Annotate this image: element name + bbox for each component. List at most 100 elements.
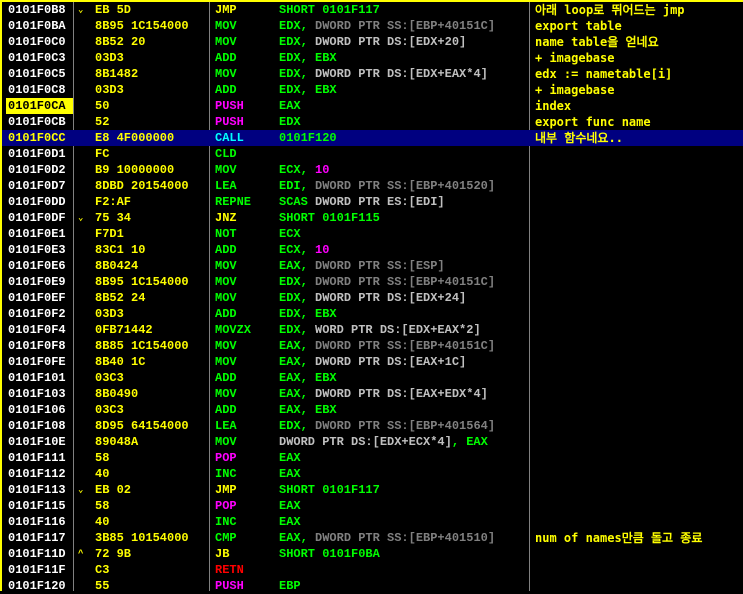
operand-part: EAX	[279, 467, 301, 481]
instruction-row[interactable]: 0101F0C5 8B1482 MOV EDX, DWORD PTR DS:[EDX+…	[2, 66, 743, 82]
operands: EAX, EBX	[279, 370, 337, 386]
operands: EDX, EBX	[279, 50, 337, 66]
operand-part: DWORD PTR SS:[EBP+401520]	[315, 179, 496, 193]
operands: EAX	[279, 466, 301, 482]
operands: EAX	[279, 498, 301, 514]
hex-bytes: 8D95 64154000	[95, 419, 189, 433]
address: 0101F117	[8, 531, 66, 545]
operands: 0101F120	[279, 130, 337, 146]
hex-bytes: 50	[95, 99, 110, 113]
address: 0101F0C3	[8, 51, 66, 65]
instruction-row[interactable]: 0101F115 58 POP EAX	[2, 498, 743, 514]
mnemonic: CLD	[215, 147, 237, 161]
mnemonic: MOV	[215, 291, 237, 305]
hex-bytes: 8B1482	[95, 67, 139, 81]
instruction-row[interactable]: 0101F0DF ⌄ 75 34 JNZ SHORT 0101F115	[2, 210, 743, 226]
instruction-row[interactable]: 0101F0D1 FC CLD	[2, 146, 743, 162]
hex-bytes: 03D3	[95, 51, 124, 65]
mnemonic: LEA	[215, 179, 237, 193]
comment: + imagebase	[535, 51, 615, 65]
mnemonic: ADD	[215, 307, 237, 321]
operand-part: 0101F120	[279, 131, 337, 145]
instruction-row[interactable]: 0101F0CB 52 PUSH EDX export func name	[2, 114, 743, 130]
instruction-row[interactable]: 0101F0D7 8DBD 20154000 LEA EDI, DWORD PTR S…	[2, 178, 743, 194]
instruction-row[interactable]: 0101F0BA 8B95 1C154000 MOV EDX, DWORD PTR S…	[2, 18, 743, 34]
hex-bytes: EB 5D	[95, 3, 132, 17]
operand-part: DWORD PTR DS:[EDX+20]	[315, 35, 467, 49]
hex-bytes: 8B85 1C154000	[95, 339, 189, 353]
mnemonic: NOT	[215, 227, 237, 241]
instruction-row[interactable]: 0101F10E 89048A MOV DWORD PTR DS:[EDX+ECX*4…	[2, 434, 743, 450]
instruction-row[interactable]: 0101F0E1 F7D1 NOT ECX	[2, 226, 743, 242]
instruction-row[interactable]: 0101F0E3 83C1 10 ADD ECX, 10	[2, 242, 743, 258]
hex-bytes: 52	[95, 115, 110, 129]
operand-part: WORD PTR DS:[EDX+EAX*2]	[315, 323, 481, 337]
operands: EBP	[279, 578, 301, 594]
mnemonic: CMP	[215, 531, 237, 545]
hex-bytes: F7D1	[95, 227, 124, 241]
instruction-row[interactable]: 0101F0EF 8B52 24 MOV EDX, DWORD PTR DS:[EDX…	[2, 290, 743, 306]
address: 0101F101	[8, 371, 66, 385]
instruction-row[interactable]: 0101F101 03C3 ADD EAX, EBX	[2, 370, 743, 386]
instruction-row[interactable]: 0101F0CC E8 4F000000 CALL 0101F120 내부 함수네요..	[2, 130, 743, 146]
instruction-row[interactable]: 0101F106 03C3 ADD EAX, EBX	[2, 402, 743, 418]
mnemonic: CALL	[215, 131, 244, 145]
operands: SHORT 0101F117	[279, 2, 380, 18]
instruction-row[interactable]: 0101F0C8 03D3 ADD EDX, EBX + imagebase	[2, 82, 743, 98]
hex-bytes: 8B40 1C	[95, 355, 146, 369]
address: 0101F0DF	[8, 211, 66, 225]
mnemonic: ADD	[215, 403, 237, 417]
hex-bytes: 8B0424	[95, 259, 139, 273]
instruction-row[interactable]: 0101F0C3 03D3 ADD EDX, EBX + imagebase	[2, 50, 743, 66]
address: 0101F0F2	[8, 307, 66, 321]
operand-part: DWORD PTR SS:[EBP+40151C]	[315, 339, 496, 353]
instruction-row[interactable]: 0101F11F C3 RETN	[2, 562, 743, 578]
address: 0101F0E3	[8, 243, 66, 257]
disassembly-pane[interactable]: 0101F0B8 ⌄ EB 5D JMP SHORT 0101F117 아래 loop로 …	[0, 0, 743, 594]
operand-part: DWORD PTR SS:[ESP]	[315, 259, 445, 273]
mnemonic: JB	[215, 547, 230, 561]
operand-part: DWORD PTR ES:[EDI]	[315, 195, 445, 209]
operand-part: DWORD PTR DS:[EAX+1C]	[315, 355, 467, 369]
operand-part: DWORD PTR DS:[EDX+24]	[315, 291, 467, 305]
operand-part: EAX,	[279, 531, 316, 545]
instruction-row[interactable]: 0101F120 55 PUSH EBP	[2, 578, 743, 594]
instruction-row[interactable]: 0101F0DD F2:AF REPNE SCAS DWORD PTR ES:[EDI…	[2, 194, 743, 210]
mnemonic: ADD	[215, 371, 237, 385]
instruction-row[interactable]: 0101F0F4 0FB71442 MOVZX EDX, WORD PTR DS:[E…	[2, 322, 743, 338]
operand-part: DWORD PTR DS:[EAX+EDX*4]	[315, 387, 488, 401]
hex-bytes: 8B52 24	[95, 291, 146, 305]
mnemonic: INC	[215, 515, 237, 529]
instruction-row[interactable]: 0101F112 40 INC EAX	[2, 466, 743, 482]
instruction-row[interactable]: 0101F0F2 03D3 ADD EDX, EBX	[2, 306, 743, 322]
instruction-row[interactable]: 0101F0E6 8B0424 MOV EAX, DWORD PTR SS:[ESP]	[2, 258, 743, 274]
hex-bytes: 03D3	[95, 307, 124, 321]
instruction-row[interactable]: 0101F108 8D95 64154000 LEA EDX, DWORD PTR S…	[2, 418, 743, 434]
instruction-row[interactable]: 0101F116 40 INC EAX	[2, 514, 743, 530]
operand-part: EAX	[279, 499, 301, 513]
instruction-row[interactable]: 0101F11D ^ 72 9B JB SHORT 0101F0BA	[2, 546, 743, 562]
instruction-row[interactable]: 0101F0E9 8B95 1C154000 MOV EDX, DWORD PTR S…	[2, 274, 743, 290]
instruction-row[interactable]: 0101F113 ⌄ EB 02 JMP SHORT 0101F117	[2, 482, 743, 498]
hex-bytes: 58	[95, 499, 110, 513]
instruction-row[interactable]: 0101F0D2 B9 10000000 MOV ECX, 10	[2, 162, 743, 178]
operand-part: EDX,	[279, 35, 316, 49]
operands: EAX	[279, 450, 301, 466]
instruction-row[interactable]: 0101F103 8B0490 MOV EAX, DWORD PTR DS:[EAX+…	[2, 386, 743, 402]
operands: EDX, WORD PTR DS:[EDX+EAX*2]	[279, 322, 481, 338]
operand-part: EDX,	[279, 419, 316, 433]
mnemonic: POP	[215, 499, 237, 513]
instruction-row[interactable]: 0101F0B8 ⌄ EB 5D JMP SHORT 0101F117 아래 loop로 …	[2, 2, 743, 18]
address: 0101F116	[8, 515, 66, 529]
instruction-row[interactable]: 0101F0CA 50 PUSH EAX index	[2, 98, 743, 114]
instruction-row[interactable]: 0101F117 3B85 10154000 CMP EAX, DWORD PTR S…	[2, 530, 743, 546]
hex-bytes: 03D3	[95, 83, 124, 97]
instruction-row[interactable]: 0101F0C0 8B52 20 MOV EDX, DWORD PTR DS:[EDX…	[2, 34, 743, 50]
instruction-row[interactable]: 0101F0F8 8B85 1C154000 MOV EAX, DWORD PTR S…	[2, 338, 743, 354]
address: 0101F10E	[8, 435, 66, 449]
operand-part: EDX, EBX	[279, 83, 337, 97]
instruction-row[interactable]: 0101F0FE 8B40 1C MOV EAX, DWORD PTR DS:[EAX…	[2, 354, 743, 370]
instruction-row[interactable]: 0101F111 58 POP EAX	[2, 450, 743, 466]
address: 0101F0F8	[8, 339, 66, 353]
address: 0101F108	[8, 419, 66, 433]
